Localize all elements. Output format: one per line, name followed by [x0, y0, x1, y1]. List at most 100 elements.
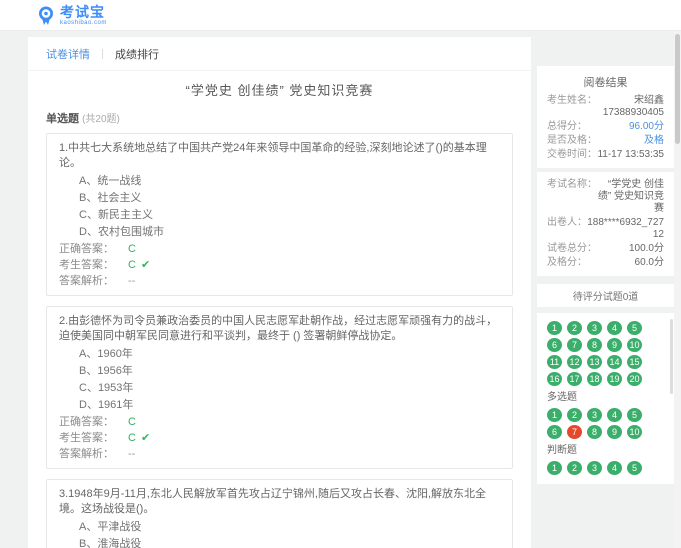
logo-domain: kaoshibao.com [60, 20, 107, 26]
question-number-circle[interactable]: 6 [547, 338, 562, 352]
question-card: 3.1948年9月-11月,东北人民解放军首先攻占辽宁锦州,随后又攻占长春、沈阳… [46, 479, 513, 548]
question-number-circle[interactable]: 18 [587, 372, 602, 386]
question-number-circle[interactable]: 11 [547, 355, 562, 369]
question-number-circle[interactable]: 13 [587, 355, 602, 369]
correct-check-icon: ✔ [141, 432, 150, 444]
question-number-circle[interactable]: 10 [627, 425, 642, 439]
correct-answer-row: 正确答案： C [59, 241, 500, 257]
analysis-value: -- [128, 275, 135, 287]
option-d: D、农村包围城市 [59, 224, 500, 241]
kaoshibao-logo-icon [36, 5, 56, 26]
question-number-circle[interactable]: 1 [547, 408, 562, 422]
grading-result-card: 阅卷结果 考生姓名： 宋绍鑫 17388930405 总得分： 96.00分 是… [537, 66, 674, 168]
correct-answer-row: 正确答案： C [59, 414, 500, 430]
question-number-circle[interactable]: 5 [627, 408, 642, 422]
correct-answer-label: 正确答案： [59, 243, 114, 255]
question-number-circle[interactable]: 15 [627, 355, 642, 369]
option-a: A、平津战役 [59, 519, 500, 536]
question-card: 2.由彭德怀为司令员兼政治委员的中国人民志愿军赴朝作战，经过志愿军顽强有力的战斗… [46, 306, 513, 469]
question-number-circle[interactable]: 16 [547, 372, 562, 386]
field-value: 11-17 13:53:35 [597, 149, 664, 161]
student-answer-value: C [128, 259, 136, 271]
app-header: 考试宝 kaoshibao.com [0, 0, 681, 31]
field-label: 出卷人： [547, 217, 587, 241]
question-type-label: 判断题 [547, 445, 664, 457]
student-answer-label: 考生答案： [59, 259, 114, 271]
analysis-label: 答案解析： [59, 275, 114, 287]
question-number-circle[interactable]: 2 [567, 461, 582, 475]
total-score-row: 总得分： 96.00分 [547, 120, 664, 134]
question-number-circle[interactable]: 8 [587, 425, 602, 439]
pass-status-row: 是否及格： 及格 [547, 134, 664, 148]
question-number-circle[interactable]: 1 [547, 321, 562, 335]
question-number-circle[interactable]: 12 [567, 355, 582, 369]
grid-scrollbar[interactable] [670, 319, 673, 394]
exam-title: “学党史 创佳绩” 党史知识竞赛 [28, 80, 531, 99]
option-a: A、统一战线 [59, 173, 500, 190]
page-scrollbar[interactable] [674, 0, 681, 548]
field-label: 及格分： [547, 257, 587, 269]
student-answer-label: 考生答案： [59, 432, 114, 444]
analysis-label: 答案解析： [59, 448, 114, 460]
question-number-circle[interactable]: 2 [567, 408, 582, 422]
question-number-circle[interactable]: 5 [627, 461, 642, 475]
field-value: 60.0分 [635, 257, 664, 269]
question-grid-card: 1234567891011121314151617181920多选题123456… [537, 313, 674, 484]
question-number-circle[interactable]: 14 [607, 355, 622, 369]
question-number-circle[interactable]: 1 [547, 461, 562, 475]
logo-title: 考试宝 [60, 5, 107, 19]
analysis-row: 答案解析： -- [59, 273, 500, 289]
field-label: 考生姓名： [547, 95, 597, 119]
question-number-circle[interactable]: 9 [607, 338, 622, 352]
question-card: 1.中共七大系统地总结了中国共产党24年来领导中国革命的经验,深刻地论述了()的… [46, 133, 513, 296]
student-answer-row: 考生答案：C✔ [59, 430, 500, 446]
question-number-circle[interactable]: 8 [587, 338, 602, 352]
question-number-circle[interactable]: 5 [627, 321, 642, 335]
question-number-circle[interactable]: 3 [587, 461, 602, 475]
correct-answer-label: 正确答案： [59, 416, 114, 428]
question-type-label: 多选题 [547, 392, 664, 404]
tab-paper-detail[interactable]: 试卷详情 [46, 46, 90, 62]
question-number-circle[interactable]: 2 [567, 321, 582, 335]
student-answer-row: 考生答案： C ✔ [59, 257, 500, 273]
circle-group: 1234567891011121314151617181920 [547, 321, 664, 389]
grading-result-title: 阅卷结果 [547, 72, 664, 94]
question-text: 2.由彭德怀为司令员兼政治委员的中国人民志愿军赴朝作战，经过志愿军顽强有力的战斗… [59, 314, 500, 344]
field-label: 试卷总分： [547, 243, 597, 255]
question-number-circle[interactable]: 9 [607, 425, 622, 439]
circle-group: 12345 6789 10 [547, 408, 664, 442]
pending-questions-title: 待评分试题0道 [537, 284, 674, 307]
question-text: 1.中共七大系统地总结了中国共产党24年来领导中国革命的经验,深刻地论述了()的… [59, 141, 500, 171]
circle-group: 12345 [547, 461, 664, 478]
question-number-circle[interactable]: 7 [567, 425, 582, 439]
question-number-circle[interactable]: 3 [587, 321, 602, 335]
option-a: A、1960年 [59, 346, 500, 363]
paper-total-row: 试卷总分： 100.0分 [547, 242, 664, 256]
field-value: 188****6932_72712 [587, 217, 664, 241]
pass-status-value: 及格 [644, 135, 664, 147]
section-count-label: (共20题) [82, 114, 120, 125]
question-number-circle[interactable]: 6 [547, 425, 562, 439]
field-value: 宋绍鑫 17388930405 [603, 95, 664, 119]
kaoshibao-logo[interactable]: 考试宝 kaoshibao.com [36, 5, 107, 26]
question-number-circle[interactable]: 17 [567, 372, 582, 386]
field-value: 100.0分 [629, 243, 664, 255]
correct-answer-value: C [128, 416, 136, 428]
question-number-circle[interactable]: 7 [567, 338, 582, 352]
student-name-row: 考生姓名： 宋绍鑫 17388930405 [547, 94, 664, 120]
tab-score-ranking[interactable]: 成绩排行 [115, 46, 159, 62]
page-scrollbar-thumb[interactable] [675, 34, 680, 144]
exam-info-card: 考试名称： “学党史 创佳绩” 党史知识竞赛 出卷人： 188****6932_… [537, 172, 674, 276]
result-sidebar: 阅卷结果 考生姓名： 宋绍鑫 17388930405 总得分： 96.00分 是… [537, 66, 674, 488]
submit-time-row: 交卷时间： 11-17 13:53:35 [547, 148, 664, 162]
section-label: 单选题 (共20题) [46, 110, 513, 126]
correct-check-icon: ✔ [141, 259, 150, 271]
correct-answer-value: C [128, 243, 136, 255]
question-number-circle[interactable]: 4 [607, 321, 622, 335]
question-number-circle[interactable]: 10 [627, 338, 642, 352]
question-number-circle[interactable]: 3 [587, 408, 602, 422]
question-number-circle[interactable]: 19 [607, 372, 622, 386]
question-number-circle[interactable]: 4 [607, 461, 622, 475]
question-number-circle[interactable]: 20 [627, 372, 642, 386]
question-number-circle[interactable]: 4 [607, 408, 622, 422]
